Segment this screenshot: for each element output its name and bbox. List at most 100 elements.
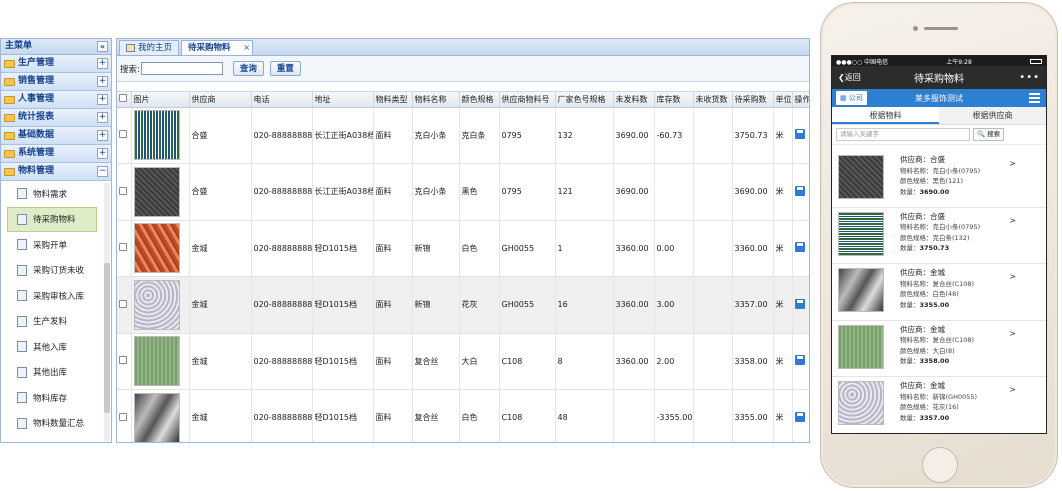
chevron-right-icon[interactable]: >: [1009, 159, 1016, 168]
list-item[interactable]: 供应商：合盛 物料名称：克白小条(0795) 颜色规格：克白条(132) 数量：375…: [832, 208, 1046, 264]
table-row[interactable]: 金城 020-88888888 轻D1015档 面料 复合丝 白色 C108 48 -3355.…: [117, 389, 809, 442]
search-label: 搜索:: [120, 64, 140, 75]
home-button[interactable]: [922, 447, 958, 483]
expand-icon[interactable]: +: [97, 58, 108, 69]
menu-item-quantity-summary[interactable]: 物料数量汇总: [1, 411, 111, 437]
column-header[interactable]: 厂家色号规格: [555, 92, 614, 108]
grid-header-row: 图片 供应商 电话 地址 物料类型 物料名称 颜色规格 供应商物料号 厂家色号规…: [117, 92, 809, 108]
row-checkbox[interactable]: [119, 130, 127, 139]
tab-by-material[interactable]: 根据物料: [832, 107, 939, 124]
save-icon[interactable]: [794, 185, 805, 196]
expand-icon[interactable]: +: [97, 76, 108, 87]
menu-group-hr[interactable]: 人事管理 +: [1, 91, 111, 109]
column-header[interactable]: 未收货数: [693, 92, 733, 108]
row-select-cell[interactable]: [117, 333, 132, 390]
chevron-right-icon[interactable]: >: [1009, 216, 1016, 225]
row-checkbox[interactable]: [119, 412, 127, 421]
tab-by-supplier[interactable]: 根据供应商: [939, 107, 1046, 124]
cell-unissued: 3360.00: [613, 333, 655, 390]
expand-icon[interactable]: +: [97, 94, 108, 105]
reset-button[interactable]: 重置: [269, 61, 301, 76]
chevron-right-icon[interactable]: >: [1009, 385, 1016, 394]
chevron-right-icon[interactable]: >: [1009, 329, 1016, 338]
menu-item-purchase-order[interactable]: 采购开单: [1, 232, 111, 258]
table-row[interactable]: 金城 020-88888888 轻D1015档 面料 新锦 花灰 GH0055 16 3360.…: [117, 276, 809, 334]
table-row[interactable]: 合盛 020-88888888 长江正街A038档 面料 克白小条 黑色 0795 121 36…: [117, 163, 809, 221]
list-item[interactable]: 供应商：金城 物料名称：复合丝(C108) 颜色规格：白色(48) 数量：3355.0…: [832, 264, 1046, 321]
menu-group-base-data[interactable]: 基础数据 +: [1, 127, 111, 145]
query-button[interactable]: 查询: [232, 61, 264, 76]
save-icon[interactable]: [794, 242, 805, 253]
menu-item-pending-purchase[interactable]: 待采购物料: [7, 206, 97, 232]
menu-item-material-demand[interactable]: 物料需求: [1, 181, 111, 207]
row-select-cell[interactable]: [117, 220, 132, 277]
row-select-cell[interactable]: [117, 389, 132, 442]
row-checkbox[interactable]: [119, 186, 127, 195]
row-select-cell[interactable]: [117, 163, 132, 221]
table-row[interactable]: 合盛 020-88888888 长江正街A038档 面料 克白小条 克白条 0795 132 3…: [117, 107, 809, 164]
table-row[interactable]: 金城 020-88888888 轻D1015档 面料 新锦 白色 GH0055 1 3360.0…: [117, 220, 809, 277]
sidebar: 主菜单 « 生产管理 + 销售管理 + 人事管理 + 统计报表 + 基础数据 + 系统管理…: [0, 38, 112, 443]
collapse-group-icon[interactable]: −: [97, 166, 108, 177]
menu-group-reports[interactable]: 统计报表 +: [1, 109, 111, 127]
column-header[interactable]: 待采购数: [732, 92, 774, 108]
select-all-checkbox[interactable]: [119, 94, 127, 103]
column-header[interactable]: 操作: [792, 92, 809, 108]
menu-group-system[interactable]: 系统管理 +: [1, 145, 111, 163]
column-header[interactable]: 地址: [312, 92, 374, 108]
menu-item-other-inbound[interactable]: 其他入库: [1, 334, 111, 360]
column-header[interactable]: 物料类型: [373, 92, 413, 108]
menu-group-sales[interactable]: 销售管理 +: [1, 73, 111, 91]
list-item[interactable]: 供应商：金城 物料名称：复合丝(C108) 颜色规格：大白(8) 数量：3358.00…: [832, 321, 1046, 377]
expand-icon[interactable]: +: [97, 148, 108, 159]
column-header[interactable]: 未发料数: [613, 92, 655, 108]
tab-home[interactable]: 我的主页: [119, 40, 180, 55]
column-header[interactable]: 电话: [251, 92, 313, 108]
column-header[interactable]: 库存数: [654, 92, 694, 108]
row-select-cell[interactable]: [117, 107, 132, 164]
column-header[interactable]: 供应商: [189, 92, 252, 108]
search-input[interactable]: [140, 62, 223, 75]
expand-icon[interactable]: +: [97, 130, 108, 141]
save-icon[interactable]: [794, 355, 805, 366]
action-cell: [792, 389, 809, 442]
save-icon[interactable]: [794, 411, 805, 422]
column-header[interactable]: 供应商物料号: [499, 92, 556, 108]
select-all-cell[interactable]: [117, 92, 132, 108]
menu-item-inventory[interactable]: 物料库存: [1, 385, 111, 411]
close-icon[interactable]: ×: [243, 41, 250, 55]
column-header[interactable]: 物料名称: [412, 92, 460, 108]
collapse-icon[interactable]: «: [97, 41, 108, 52]
column-header[interactable]: 颜色规格: [459, 92, 500, 108]
list-item[interactable]: 供应商：合盛 物料名称：克白小条(0795) 颜色规格：黑色(121) 数量：3690…: [832, 151, 1046, 208]
save-icon[interactable]: [794, 298, 805, 309]
row-select-cell[interactable]: [117, 276, 132, 334]
expand-icon[interactable]: +: [97, 112, 108, 123]
menu-item-label: 采购开单: [33, 240, 68, 251]
menu-item-audit-inbound[interactable]: 采购审核入库: [1, 283, 111, 309]
row-checkbox[interactable]: [119, 243, 127, 252]
menu-item-unreceived-orders[interactable]: 采购订货未收: [1, 258, 111, 284]
save-icon[interactable]: [794, 129, 805, 140]
list-item[interactable]: 供应商：金城 物料名称：新锦(GH0055) 颜色规格：花灰(16) 数量：3357.…: [832, 377, 1046, 433]
chevron-right-icon[interactable]: >: [1009, 272, 1016, 281]
scrollbar-thumb[interactable]: [104, 263, 110, 413]
menu-group-production[interactable]: 生产管理 +: [1, 55, 111, 73]
fabric-swatch-image: [133, 166, 180, 217]
column-header[interactable]: 图片: [131, 92, 190, 108]
menu-item-other-outbound[interactable]: 其他出库: [1, 360, 111, 386]
phone-page-title: 待采购物料: [914, 74, 964, 85]
row-checkbox[interactable]: [119, 356, 127, 365]
menu-item-production-issue[interactable]: 生产发料: [1, 309, 111, 335]
fabric-thumbnail: [838, 155, 884, 199]
column-header[interactable]: 单位: [773, 92, 793, 108]
tab-pending-purchase[interactable]: 待采购物料 ×: [181, 40, 254, 55]
phone-search-button[interactable]: 🔍 搜索: [973, 128, 1005, 141]
row-checkbox[interactable]: [119, 299, 127, 308]
sidebar-scrollbar[interactable]: [104, 183, 110, 441]
menu-icon[interactable]: [1029, 93, 1040, 103]
phone-search-input[interactable]: 请输入关键字: [836, 128, 970, 141]
table-row[interactable]: 金城 020-88888888 轻D1015档 面料 复合丝 大白 C108 8 3360.00…: [117, 333, 809, 390]
menu-group-materials[interactable]: 物料管理 −: [1, 163, 111, 181]
phone-status-bar: ●●●○○ 中国电信 上午9:28: [832, 56, 1046, 66]
